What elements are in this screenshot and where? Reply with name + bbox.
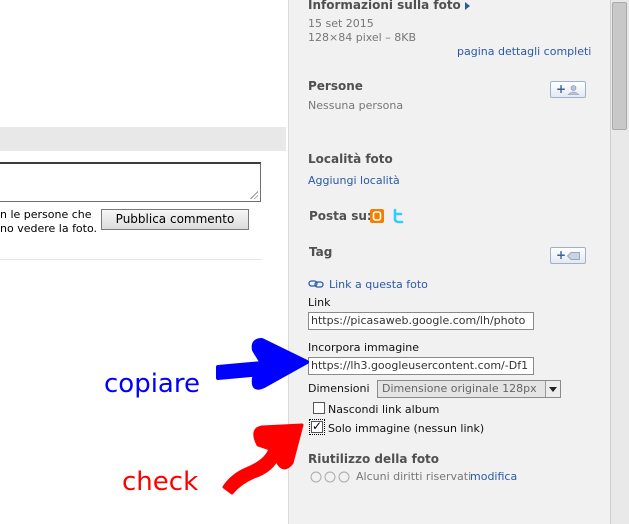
plus-icon: + (556, 82, 567, 96)
link-url-field[interactable]: https://picasaweb.google.com/lh/photo (308, 312, 534, 330)
people-empty: Nessuna persona (308, 99, 404, 112)
dimensions-select-value: Dimensione originale 128px (382, 382, 537, 395)
triangle-right-icon (464, 1, 470, 10)
details-page-link[interactable]: pagina dettagli completi (457, 45, 591, 58)
copy-annotation: copiare (104, 369, 200, 399)
photo-dimensions: 128×84 pixel – 8KB (308, 31, 416, 44)
divider (0, 259, 262, 260)
check-annotation: check (122, 467, 199, 497)
link-label: Link (308, 296, 331, 309)
embed-label: Incorpora immagine (308, 341, 419, 354)
dimensions-select[interactable]: Dimensione originale 128px (377, 380, 561, 398)
people-title: Persone (308, 79, 363, 93)
red-arrow-icon (222, 423, 304, 495)
post-to-label: Posta su: (309, 209, 372, 223)
add-person-icon (567, 85, 580, 95)
comment-note-line2: no vedere la foto. (0, 222, 98, 235)
photo-info-title[interactable]: Informazioni sulla foto (308, 0, 470, 12)
reuse-title: Riutilizzo della foto (308, 452, 440, 466)
location-title: Località foto (308, 152, 393, 166)
add-person-button[interactable]: + (550, 81, 586, 98)
add-tag-icon (567, 252, 580, 260)
blogger-icon[interactable] (370, 209, 384, 223)
dimensions-label: Dimensioni (308, 382, 370, 395)
blue-arrow-icon (216, 338, 309, 390)
twitter-icon[interactable] (390, 208, 406, 224)
dropdown-arrow-icon[interactable] (545, 381, 560, 397)
hide-album-link-label: Nascondi link album (328, 403, 440, 416)
tag-title: Tag (309, 245, 333, 259)
comment-note-line1: n le persone che (0, 208, 92, 221)
plus-icon: + (556, 248, 567, 262)
add-location-link[interactable]: Aggiungi località (308, 174, 400, 187)
add-tag-button[interactable]: + (550, 247, 586, 264)
image-only-label: Solo immagine (nessun link) (328, 422, 485, 435)
embed-url-field[interactable]: https://lh3.googleusercontent.com/-Df1 (308, 357, 534, 375)
link-to-photo[interactable]: Link a questa foto (329, 278, 428, 291)
comment-textarea[interactable] (0, 162, 261, 202)
publish-comment-button[interactable]: Pubblica commento (101, 209, 249, 230)
photo-info-title-text: Informazioni sulla foto (308, 0, 461, 12)
photo-date: 15 set 2015 (308, 17, 374, 30)
image-only-checkbox[interactable] (311, 419, 323, 433)
cc-icon (310, 471, 354, 483)
chain-link-icon (308, 279, 324, 289)
comment-header-band (0, 127, 286, 151)
hide-album-link-checkbox[interactable] (313, 402, 325, 414)
modify-link[interactable]: modifica (470, 470, 517, 483)
rights-text: Alcuni diritti riservati (356, 470, 472, 483)
resize-handle-icon[interactable] (250, 191, 258, 199)
scrollbar-thumb[interactable] (612, 2, 627, 130)
